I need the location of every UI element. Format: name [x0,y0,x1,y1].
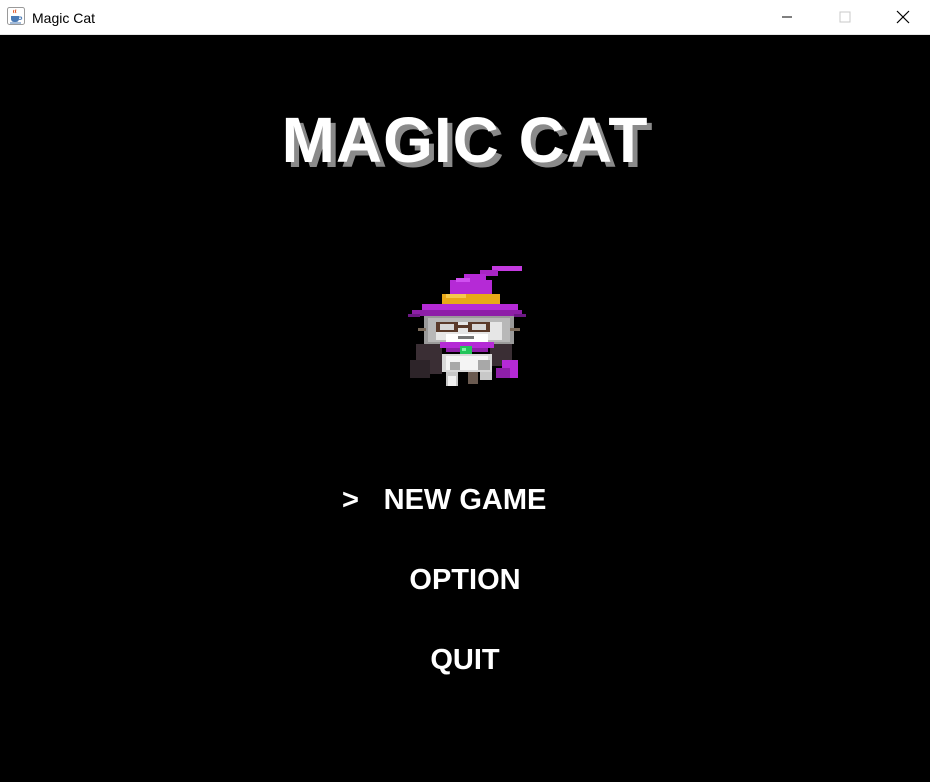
game-canvas[interactable]: MAGIC CAT > NEW GAME OPTION QUIT [0,36,930,782]
close-icon [896,10,910,24]
title-bar[interactable]: Magic Cat [0,0,930,35]
close-button[interactable] [874,0,930,34]
game-title: MAGIC CAT [281,104,649,176]
witch-cat-sprite [408,266,526,386]
menu-item-quit[interactable]: QUIT [0,643,930,677]
java-cup-icon [7,7,25,25]
minimize-icon [782,16,792,18]
window-title: Magic Cat [32,10,96,26]
menu-item-new-game[interactable]: NEW GAME [0,483,930,517]
minimize-button[interactable] [758,0,816,34]
app-window: Magic Cat MAGIC CAT > NEW GAME OPTION QU… [0,0,930,782]
maximize-icon [839,11,851,23]
maximize-button[interactable] [816,0,874,34]
menu-item-option[interactable]: OPTION [0,563,930,597]
